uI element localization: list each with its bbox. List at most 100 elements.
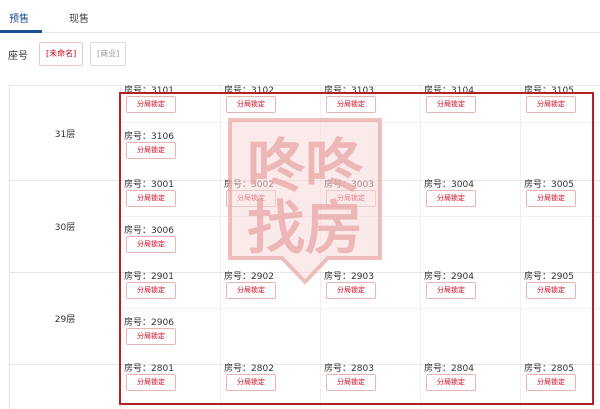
- room-prefix: 房号：: [124, 364, 152, 374]
- lock-button[interactable]: 分局锁定: [526, 282, 576, 299]
- room-prefix: 房号：: [124, 132, 152, 142]
- room-cell: 房号：3103 分局锁定: [320, 83, 420, 123]
- tab-presale[interactable]: 预售: [9, 10, 29, 25]
- room-id: 2802: [251, 364, 274, 374]
- room-number: 房号：3102: [224, 83, 274, 96]
- room-id: 3105: [551, 86, 574, 96]
- seat-option-unnamed[interactable]: [未命名]: [39, 42, 84, 66]
- floor-room-grid: 31层 房号：3101 分局锁定 房号：3102 分局锁定 房号：3103 分局锁定 房号：3…: [9, 85, 600, 409]
- lock-button[interactable]: 分局锁定: [226, 96, 276, 113]
- room-number: 房号：2904: [424, 269, 474, 282]
- lock-button[interactable]: 分局锁定: [126, 282, 176, 299]
- room-number: 房号：2905: [524, 269, 574, 282]
- lock-button[interactable]: 分局锁定: [326, 190, 376, 207]
- lock-button[interactable]: 分局锁定: [326, 96, 376, 113]
- row-divider: [120, 216, 600, 217]
- room-number: 房号：3001: [124, 177, 174, 190]
- lock-button[interactable]: 分局锁定: [126, 142, 176, 159]
- room-prefix: 房号：: [524, 180, 552, 190]
- floor-label: 31层: [54, 130, 76, 140]
- floor-label: 29层: [54, 315, 76, 325]
- room-number: 房号：3101: [124, 83, 174, 96]
- lock-button[interactable]: 分局锁定: [426, 190, 476, 207]
- room-id: 3102: [251, 86, 274, 96]
- room-number: 房号：3105: [524, 83, 574, 96]
- room-id: 3005: [551, 180, 574, 190]
- floor-label: 30层: [54, 223, 76, 233]
- room-number: 房号：2805: [524, 361, 574, 374]
- lock-button[interactable]: 分局锁定: [526, 96, 576, 113]
- lock-button[interactable]: 分局锁定: [326, 282, 376, 299]
- room-cell: 房号：2902 分局锁定: [220, 269, 320, 309]
- room-prefix: 房号：: [124, 318, 152, 328]
- room-cell: 房号：2904 分局锁定: [420, 269, 520, 309]
- room-number: 房号：3103: [324, 83, 374, 96]
- room-number: 房号：2903: [324, 269, 374, 282]
- room-id: 2805: [551, 364, 574, 374]
- room-prefix: 房号：: [324, 86, 352, 96]
- lock-button[interactable]: 分局锁定: [126, 328, 176, 345]
- room-cell: 房号：3005 分局锁定: [520, 177, 600, 217]
- room-cell: 房号：2803 分局锁定: [320, 361, 420, 401]
- tab-bar: 预售 现售: [0, 0, 600, 33]
- room-prefix: 房号：: [424, 86, 452, 96]
- room-cell: 房号：3102 分局锁定: [220, 83, 320, 123]
- room-number: 房号：2802: [224, 361, 274, 374]
- room-prefix: 房号：: [124, 180, 152, 190]
- room-number: 房号：2906: [124, 315, 174, 328]
- room-prefix: 房号：: [424, 180, 452, 190]
- room-cell: 房号：3105 分局锁定: [520, 83, 600, 123]
- room-cell: 房号：3004 分局锁定: [420, 177, 520, 217]
- room-prefix: 房号：: [224, 180, 252, 190]
- lock-button[interactable]: 分局锁定: [426, 374, 476, 391]
- lock-button[interactable]: 分局锁定: [126, 190, 176, 207]
- room-number: 房号：3003: [324, 177, 374, 190]
- room-prefix: 房号：: [324, 364, 352, 374]
- lock-button[interactable]: 分局锁定: [126, 374, 176, 391]
- tab-spot-sale[interactable]: 现售: [69, 10, 89, 25]
- room-prefix: 房号：: [224, 272, 252, 282]
- lock-button[interactable]: 分局锁定: [426, 282, 476, 299]
- room-prefix: 房号：: [524, 272, 552, 282]
- room-number: 房号：3002: [224, 177, 274, 190]
- room-number: 房号：3006: [124, 223, 174, 236]
- room-cell: 房号：2906 分局锁定: [120, 315, 220, 355]
- room-number: 房号：2804: [424, 361, 474, 374]
- lock-button[interactable]: 分局锁定: [326, 374, 376, 391]
- room-prefix: 房号：: [124, 226, 152, 236]
- room-cell: 房号：2805 分局锁定: [520, 361, 600, 401]
- room-cell: 房号：3104 分局锁定: [420, 83, 520, 123]
- room-id: 2903: [351, 272, 374, 282]
- row-divider: [120, 308, 600, 309]
- room-id: 3003: [351, 180, 374, 190]
- room-id: 3103: [351, 86, 374, 96]
- lock-button[interactable]: 分局锁定: [226, 282, 276, 299]
- room-prefix: 房号：: [424, 364, 452, 374]
- room-cell: 房号：2801 分局锁定: [120, 361, 220, 401]
- lock-button[interactable]: 分局锁定: [426, 96, 476, 113]
- room-prefix: 房号：: [124, 86, 152, 96]
- room-id: 3004: [451, 180, 474, 190]
- seat-option-commercial[interactable]: [商业]: [90, 42, 127, 66]
- room-cell: 房号：2802 分局锁定: [220, 361, 320, 401]
- room-id: 2905: [551, 272, 574, 282]
- room-number: 房号：3106: [124, 129, 174, 142]
- room-cell: 房号：2901 分局锁定: [120, 269, 220, 309]
- lock-button[interactable]: 分局锁定: [126, 96, 176, 113]
- room-prefix: 房号：: [424, 272, 452, 282]
- room-id: 3106: [151, 132, 174, 142]
- lock-button[interactable]: 分局锁定: [226, 190, 276, 207]
- room-id: 2804: [451, 364, 474, 374]
- room-number: 房号：2803: [324, 361, 374, 374]
- room-prefix: 房号：: [224, 86, 252, 96]
- room-prefix: 房号：: [224, 364, 252, 374]
- room-id: 2901: [151, 272, 174, 282]
- lock-button[interactable]: 分局锁定: [526, 190, 576, 207]
- seat-label: 座号: [8, 51, 28, 62]
- lock-button[interactable]: 分局锁定: [526, 374, 576, 391]
- lock-button[interactable]: 分局锁定: [226, 374, 276, 391]
- room-id: 2801: [151, 364, 174, 374]
- room-id: 2803: [351, 364, 374, 374]
- room-prefix: 房号：: [524, 364, 552, 374]
- lock-button[interactable]: 分局锁定: [126, 236, 176, 253]
